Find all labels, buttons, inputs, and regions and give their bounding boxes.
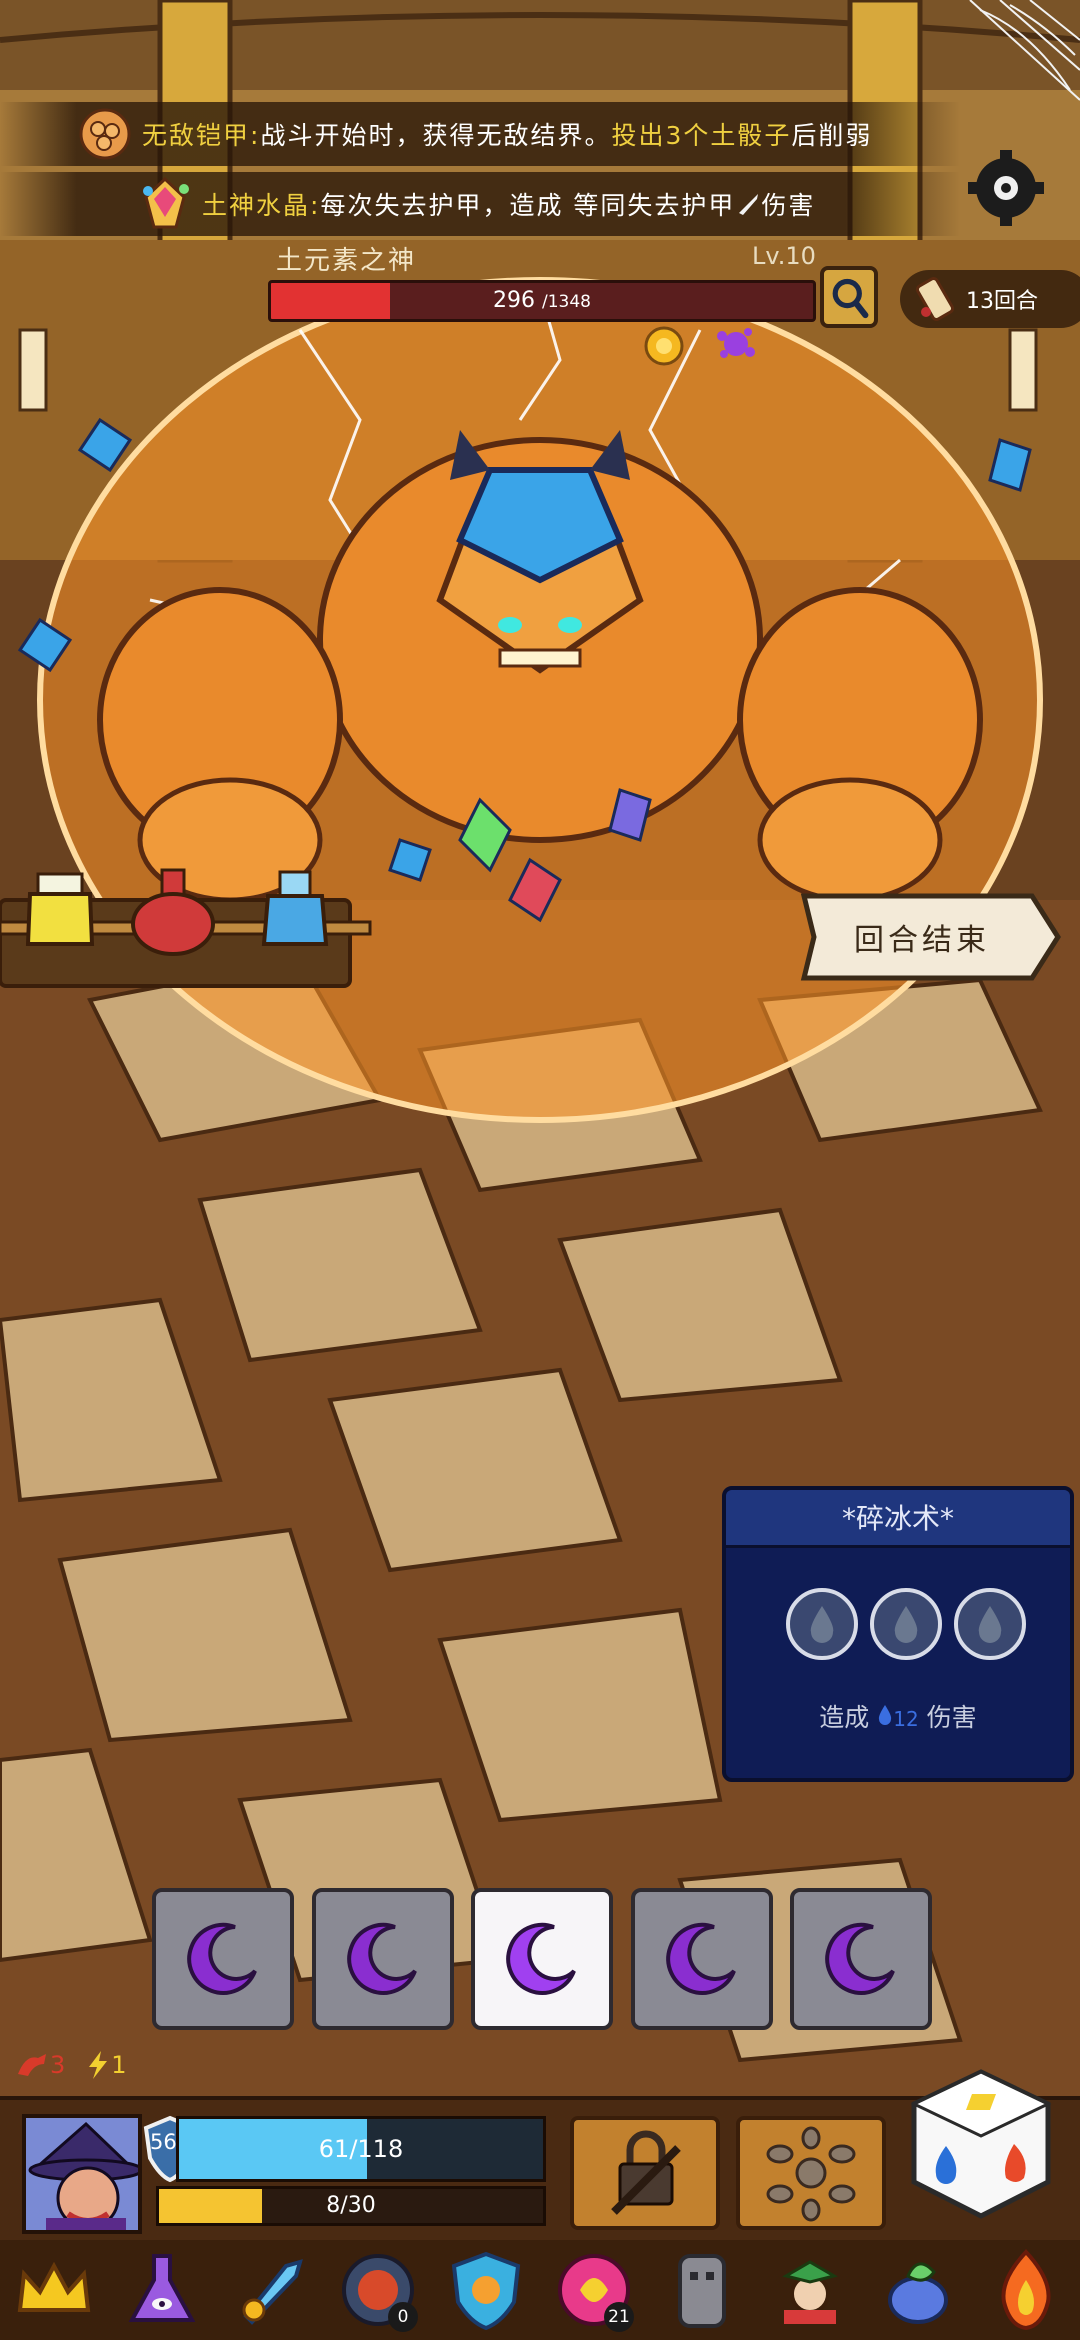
boss-status-icons[interactable] [636, 322, 796, 370]
relic-slot[interactable]: 21 [550, 2246, 638, 2334]
potion-shelf [0, 868, 372, 988]
die-moon[interactable] [152, 1888, 294, 2030]
round-text: 13回合 [966, 289, 1038, 314]
sword-icon [739, 194, 759, 215]
player-avatar[interactable] [22, 2114, 142, 2234]
skill-dice-slots [786, 1588, 1026, 1664]
water-slot-icon [894, 1606, 918, 1643]
boss-name: 土元素之神 [276, 246, 417, 276]
moon-icon [187, 1922, 257, 1995]
moon-icon [825, 1922, 895, 1995]
leaf-teapot-icon [888, 2262, 948, 2324]
strength-count: 3 [50, 2051, 66, 2079]
scroll-icon [915, 277, 955, 321]
crown-icon [17, 2261, 91, 2312]
buff-name: 土神水晶: [202, 191, 321, 220]
round-counter: 13回合 [900, 270, 1080, 328]
roll-dice-button[interactable] [906, 2064, 1056, 2224]
skill-desc-prefix: 造成 [819, 1703, 870, 1732]
relic-slot[interactable] [10, 2246, 98, 2334]
buff-text-after: 伤害 [761, 191, 816, 220]
boss-hp-bar: 296 /1348 [268, 280, 816, 322]
relic-slot[interactable] [226, 2246, 314, 2334]
die-moon[interactable] [790, 1888, 932, 2030]
relic-badge: 0 [388, 2302, 418, 2332]
strength-arm-icon [18, 2054, 46, 2076]
dice-tray [152, 1888, 932, 2030]
skill-damage-value: 12 [893, 1707, 919, 1731]
status-counters: 3 1 [16, 2042, 127, 2088]
buff-banner-invincible-armor[interactable]: 无敌铠甲: 战斗开始时，获得无敌结界。 投出3个土骰子 后削弱 [0, 102, 960, 166]
water-drop-icon [879, 1705, 892, 1725]
boss-level: Lv.10 [752, 242, 816, 270]
boss-hp-max: /1348 [542, 292, 591, 312]
player-mp-bar: 8/30 [156, 2186, 546, 2226]
ability-slot-locked[interactable] [570, 2116, 720, 2230]
yellow-potion-icon[interactable] [25, 872, 95, 946]
skill-description: 造成 12 伤害 [726, 1698, 1070, 1734]
player-mp-text: 8/30 [326, 2193, 376, 2218]
relic-slot[interactable] [874, 2246, 962, 2334]
jester-icon [782, 2260, 838, 2324]
relic-bar: 0 21 [0, 2240, 1080, 2340]
settings-gear-icon[interactable] [966, 148, 1046, 228]
stone-golem-icon [678, 2254, 726, 2328]
moon-icon [665, 1922, 736, 1995]
dice-slot[interactable] [786, 1588, 858, 1660]
buff-name: 无敌铠甲: [142, 121, 261, 150]
die-moon-selected[interactable] [471, 1888, 613, 2030]
ice-arrow-icon [242, 2259, 303, 2325]
moon-icon [346, 1922, 417, 1995]
flame-crest-icon [1001, 2249, 1051, 2331]
relic-badge: 21 [604, 2302, 634, 2332]
buff-text: 战斗开始时，获得无敌结界。 [260, 121, 612, 150]
buff-banner-earth-crystal[interactable]: 土神水晶: 每次失去护甲，造成 等同失去护甲 伤害 [0, 172, 960, 236]
dice-slot[interactable] [954, 1588, 1026, 1660]
skill-card-title: *碎冰术* [726, 1490, 1070, 1548]
relic-slot[interactable] [766, 2246, 854, 2334]
eye-flask-icon [128, 2254, 196, 2322]
lightning-icon [89, 2051, 108, 2079]
red-potion-icon[interactable] [131, 868, 215, 956]
relic-slot[interactable] [658, 2246, 746, 2334]
die-moon[interactable] [311, 1888, 454, 2030]
armor-rock-icon [79, 108, 131, 160]
player-hp-bar: 61/118 [176, 2116, 546, 2182]
inspect-magnifier-icon[interactable] [820, 266, 878, 328]
dice-slot[interactable] [870, 1588, 942, 1660]
buff-highlight: 投出3个土骰子 [611, 121, 792, 150]
buff-text-after: 后削弱 [791, 121, 873, 150]
purple-splat-icon [717, 328, 755, 358]
wizard-portrait-icon [26, 2118, 138, 2230]
die-moon[interactable] [630, 1888, 773, 2030]
buff-text: 每次失去护甲，造成 等同失去护甲 [320, 191, 736, 220]
skill-card[interactable]: *碎冰术* 造成 12 伤害 [722, 1486, 1074, 1782]
ability-slot-burst[interactable] [736, 2116, 886, 2230]
burst-explosion-icon [766, 2126, 856, 2222]
relic-slot[interactable] [118, 2246, 206, 2334]
energy-count: 1 [111, 2051, 127, 2079]
water-slot-icon [978, 1606, 1002, 1643]
locked-padlock-icon [611, 2130, 681, 2215]
pumpkin-shield-icon [451, 2251, 521, 2331]
end-turn-button[interactable]: 回合结束 [800, 890, 1044, 984]
relic-slot[interactable]: 0 [334, 2246, 422, 2334]
moon-icon [506, 1922, 576, 1995]
blue-potion-icon[interactable] [261, 870, 329, 946]
relic-slot[interactable] [442, 2246, 530, 2334]
skill-desc-suffix: 伤害 [926, 1703, 977, 1732]
relic-slot[interactable] [982, 2246, 1070, 2334]
gold-buff-icon [644, 326, 684, 366]
water-slot-icon [810, 1606, 834, 1643]
boss-hp-current: 296 [493, 288, 535, 313]
boss-hp-text: 296 /1348 [271, 283, 813, 319]
earth-crystal-icon [143, 176, 189, 229]
player-hp-text: 61/118 [318, 2135, 404, 2163]
